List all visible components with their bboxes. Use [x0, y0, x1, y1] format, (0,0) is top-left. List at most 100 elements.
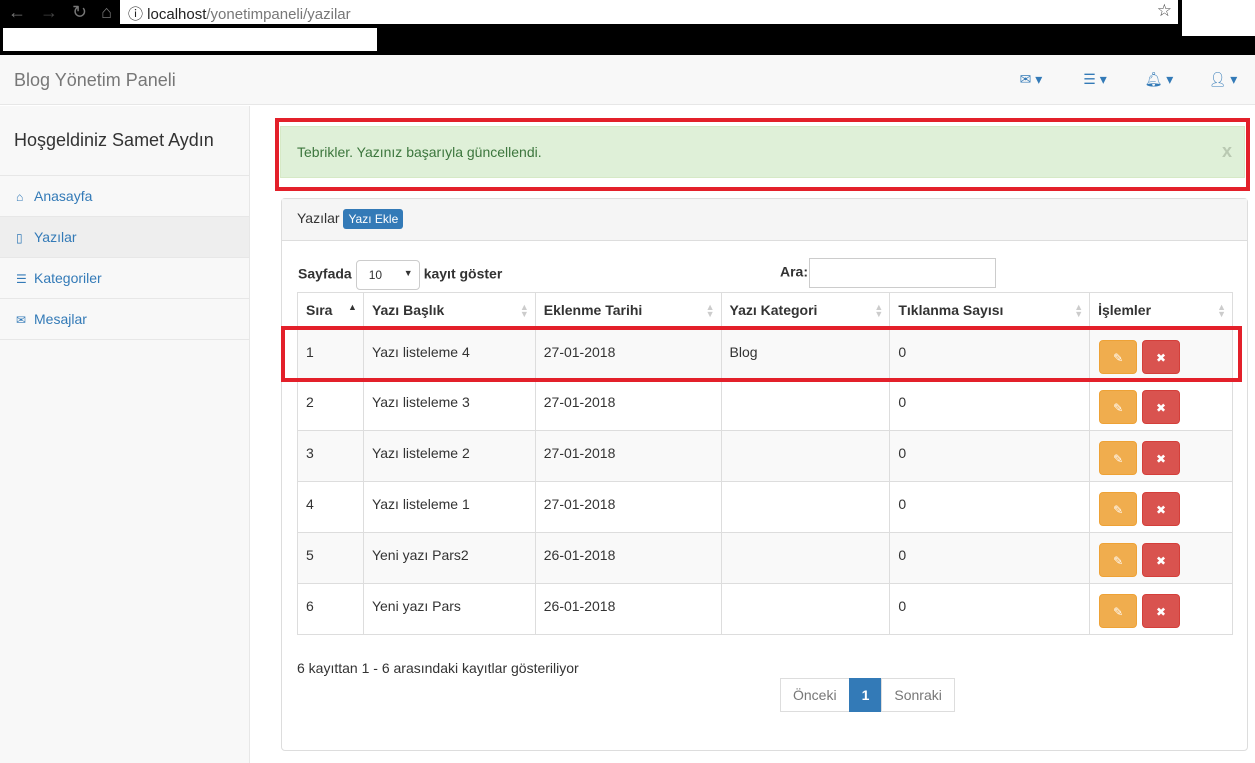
edit-button[interactable]: ✎: [1099, 390, 1138, 424]
table-cell: 6: [297, 583, 364, 635]
table-cell: 3: [297, 430, 364, 482]
brand[interactable]: Blog Yönetim Paneli: [14, 70, 176, 91]
sidebar: Hoşgeldiniz Samet Aydın ⌂ Anasayfa ▯ Yazıl…: [0, 106, 250, 763]
column-header[interactable]: Tıklanma Sayısı ▲ ▼: [889, 292, 1091, 330]
sidebar-item-label: Mesajlar: [34, 311, 87, 327]
table-cell: 26-01-2018: [534, 532, 722, 584]
bookmark-star-icon[interactable]: ☆: [1157, 1, 1172, 21]
table-row: 2 Yazı listeleme 3 27-01-2018 0 ✎ ✖: [297, 379, 1233, 431]
table-cell: 0: [889, 481, 1091, 533]
header-label: Sıra: [306, 302, 333, 319]
table-cell: 4: [297, 481, 364, 533]
url-host: localhost: [147, 6, 207, 23]
search-label: Ara:: [780, 263, 809, 280]
table-cell: 26-01-2018: [534, 583, 722, 635]
table-cell: [720, 379, 891, 431]
page-length-select[interactable]: 10 ▼: [355, 260, 420, 290]
add-post-button[interactable]: Yazı Ekle: [343, 209, 404, 229]
sidebar-item-label: Yazılar: [34, 229, 77, 245]
user-dropdown-icon[interactable]: 👤︎ ▾: [1191, 71, 1255, 88]
close-icon: ✖: [1155, 401, 1167, 415]
column-header[interactable]: Eklenme Tarihi ▲ ▼: [534, 292, 722, 330]
close-icon: ✖: [1155, 554, 1167, 568]
sort-icon: ▲ ▼: [705, 302, 715, 319]
browser-chrome: ← → ↻ ⌂ ⓘ localhost/yonetimpaneli/yazilar ☆: [0, 0, 1255, 55]
sidebar-item-kategoriler[interactable]: ☰ Kategoriler: [0, 258, 249, 299]
table-cell: 27-01-2018: [534, 430, 722, 482]
column-header[interactable]: Yazı Kategori ▲ ▼: [720, 292, 891, 330]
highlight-box: [275, 118, 1250, 191]
length-suffix: kayıt göster: [423, 265, 503, 282]
address-bar[interactable]: ⓘ localhost/yonetimpaneli/yazilar ☆: [120, 0, 1178, 24]
sidebar-item-yazilar[interactable]: ▯ Yazılar: [0, 217, 249, 258]
table-row: 3 Yazı listeleme 2 27-01-2018 0 ✎ ✖: [297, 430, 1233, 482]
home-icon: ⌂: [16, 190, 24, 204]
column-header[interactable]: Sıra ▲: [297, 292, 364, 330]
page-length: Sayfada 10 ▼ kayıt göster: [298, 260, 502, 290]
pagination: Önceki 1 Sonraki: [780, 678, 955, 712]
table-cell: 0: [889, 430, 1091, 482]
column-header[interactable]: İşlemler ▲ ▼: [1089, 292, 1233, 330]
pencil-icon: ✎: [1113, 401, 1124, 415]
redacted-area: [1182, 0, 1255, 36]
envelope-icon: ✉: [16, 313, 27, 327]
length-prefix: Sayfada: [298, 265, 352, 282]
edit-button[interactable]: ✎: [1099, 543, 1138, 577]
edit-button[interactable]: ✎: [1099, 492, 1138, 526]
panel-title: Yazılar: [297, 210, 340, 226]
length-value: 10: [368, 268, 383, 282]
actions-cell: ✎ ✖: [1089, 583, 1233, 635]
table-cell: 0: [889, 532, 1091, 584]
forward-icon[interactable]: →: [40, 2, 58, 23]
header-label: Tıklanma Sayısı: [898, 302, 1004, 319]
delete-button[interactable]: ✖: [1142, 390, 1180, 424]
page-1-button[interactable]: 1: [848, 678, 883, 712]
edit-button[interactable]: ✎: [1099, 594, 1138, 628]
sort-icon: ▲ ▼: [519, 302, 529, 319]
reload-icon[interactable]: ↻: [72, 2, 87, 23]
actions-cell: ✎ ✖: [1089, 379, 1233, 431]
table-row: 5 Yeni yazı Pars2 26-01-2018 0 ✎ ✖: [297, 532, 1233, 584]
delete-button[interactable]: ✖: [1142, 441, 1180, 475]
header-label: Yazı Başlık: [371, 302, 445, 319]
sort-asc-icon: ▲: [348, 302, 357, 312]
pencil-icon: ✎: [1113, 452, 1124, 466]
table-cell: Yazı listeleme 2: [362, 430, 536, 482]
search-input[interactable]: [809, 258, 997, 288]
sort-icon: ▲ ▼: [1074, 302, 1084, 319]
column-header[interactable]: Yazı Başlık ▲ ▼: [362, 292, 536, 330]
pencil-icon: ✎: [1113, 554, 1124, 568]
sidebar-item-label: Kategoriler: [34, 270, 102, 286]
panel-heading: Yazılar Yazı Ekle: [282, 199, 1247, 241]
home-icon[interactable]: ⌂: [101, 2, 112, 23]
delete-button[interactable]: ✖: [1142, 492, 1180, 526]
edit-button[interactable]: ✎: [1099, 441, 1138, 475]
table-row: 6 Yeni yazı Pars 26-01-2018 0 ✎ ✖: [297, 583, 1233, 635]
header-label: Eklenme Tarihi: [543, 302, 643, 319]
messages-dropdown-icon[interactable]: ✉ ▾: [999, 71, 1063, 88]
tasks-dropdown-icon[interactable]: ☰ ▾: [1063, 71, 1127, 88]
table-cell: Yeni yazı Pars2: [362, 532, 536, 584]
next-page-button[interactable]: Sonraki: [881, 678, 955, 712]
top-navbar: Blog Yönetim Paneli ✉ ▾ ☰ ▾ 🔔︎ ▾ 👤︎ ▾: [0, 55, 1255, 105]
back-icon[interactable]: ←: [8, 2, 26, 23]
table-cell: [720, 430, 891, 482]
sidebar-item-anasayfa[interactable]: ⌂ Anasayfa: [0, 176, 249, 217]
table-cell: 2: [297, 379, 364, 431]
sidebar-item-mesajlar[interactable]: ✉ Mesajlar: [0, 299, 249, 340]
delete-button[interactable]: ✖: [1142, 594, 1180, 628]
welcome-text: Hoşgeldiniz Samet Aydın: [0, 106, 249, 176]
table-cell: [720, 532, 891, 584]
prev-page-button[interactable]: Önceki: [780, 678, 850, 712]
table-cell: 0: [889, 379, 1091, 431]
table-info: 6 kayıttan 1 - 6 arasındaki kayıtlar gös…: [297, 660, 579, 676]
header-label: Yazı Kategori: [729, 302, 818, 319]
table-cell: 0: [889, 583, 1091, 635]
close-icon: ✖: [1155, 503, 1167, 517]
table-cell: Yazı listeleme 3: [362, 379, 536, 431]
close-icon: ✖: [1155, 452, 1167, 466]
bell-dropdown-icon[interactable]: 🔔︎ ▾: [1127, 71, 1191, 88]
delete-button[interactable]: ✖: [1142, 543, 1180, 577]
redacted-area: [3, 28, 377, 51]
close-icon: ✖: [1155, 605, 1167, 619]
